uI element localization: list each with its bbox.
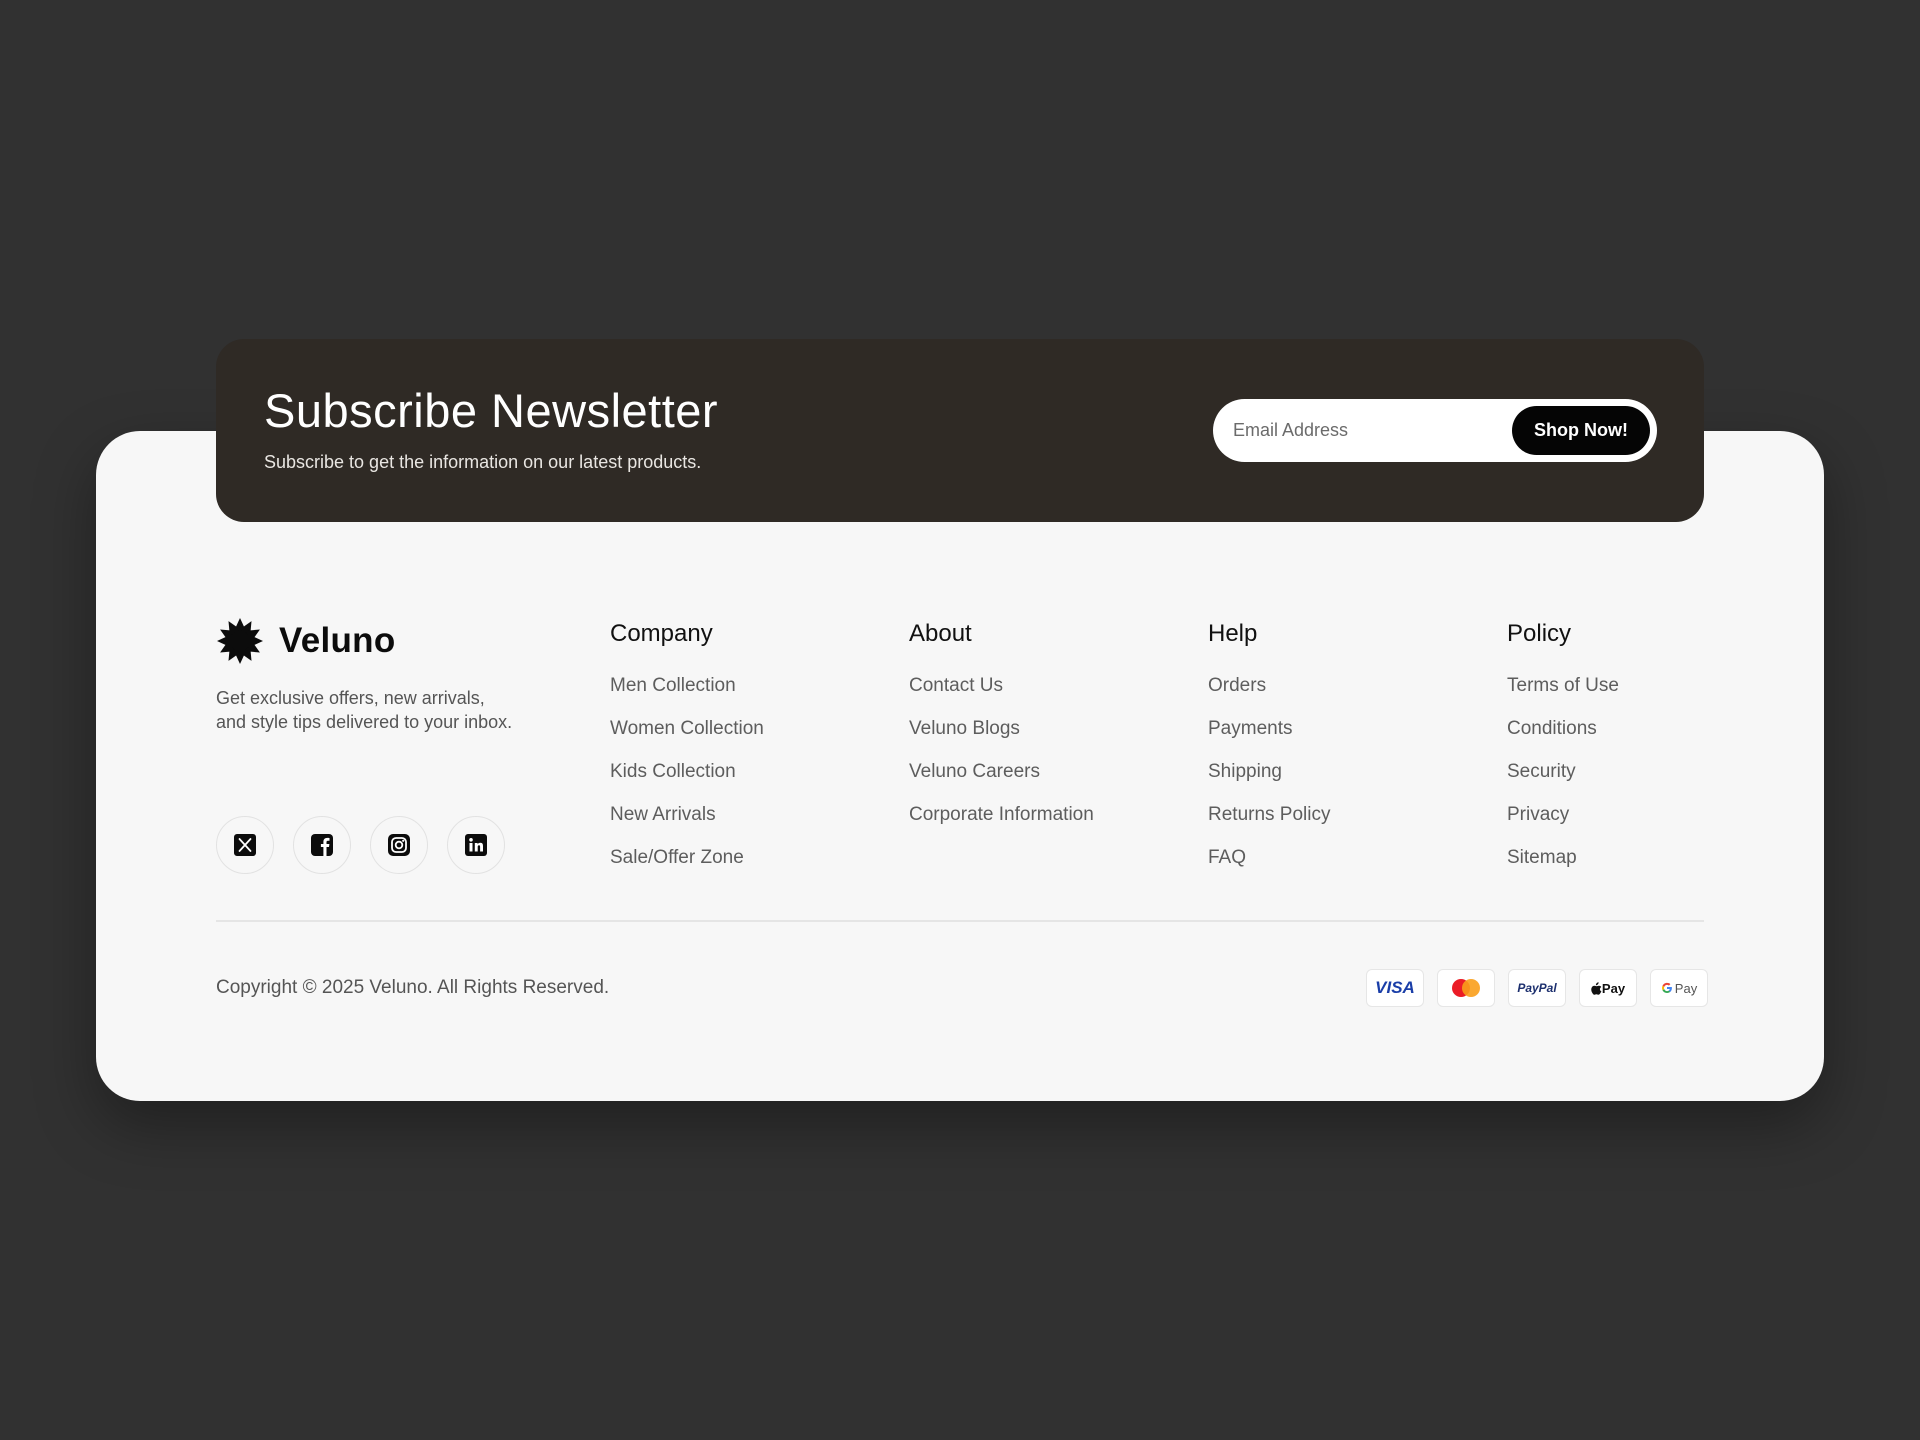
email-input[interactable] [1213, 399, 1503, 462]
instagram-icon [388, 834, 410, 856]
footer-link[interactable]: Returns Policy [1208, 803, 1331, 846]
linkedin-link[interactable] [447, 816, 505, 874]
link-list: Terms of Use Conditions Security Privacy… [1507, 674, 1619, 889]
footer-column-help: Help Orders Payments Shipping Returns Po… [1208, 620, 1331, 889]
footer-column-company: Company Men Collection Women Collection … [610, 620, 764, 889]
shop-now-button[interactable]: Shop Now! [1512, 406, 1650, 455]
apple-pay-label: Pay [1601, 980, 1626, 996]
link-list: Orders Payments Shipping Returns Policy … [1208, 674, 1331, 889]
footer-divider [216, 920, 1704, 922]
newsletter-form: Shop Now! [1213, 399, 1657, 462]
footer-link[interactable]: Orders [1208, 674, 1331, 717]
footer-link[interactable]: Corporate Information [909, 803, 1094, 846]
newsletter-subtitle: Subscribe to get the information on our … [264, 452, 702, 472]
footer-link[interactable]: Security [1507, 760, 1619, 803]
copyright-text: Copyright © 2025 Veluno. All Rights Rese… [216, 977, 610, 998]
x-twitter-icon [234, 834, 256, 856]
visa-label: VISA [1375, 978, 1415, 997]
footer-link[interactable]: Conditions [1507, 717, 1619, 760]
google-g-icon [1661, 982, 1672, 993]
payment-methods: VISA PayPal Pay Pay [1366, 969, 1708, 1007]
footer-link[interactable]: Men Collection [610, 674, 764, 717]
mastercard-badge [1437, 969, 1495, 1007]
brand-description: Get exclusive offers, new arrivals, and … [216, 688, 513, 732]
brand-name: Veluno [279, 621, 396, 660]
column-title: Company [610, 620, 713, 647]
link-list: Contact Us Veluno Blogs Veluno Careers C… [909, 674, 1094, 846]
footer-link[interactable]: Veluno Blogs [909, 717, 1094, 760]
apple-pay-badge: Pay [1579, 969, 1637, 1007]
footer-column-policy: Policy Terms of Use Conditions Security … [1507, 620, 1619, 889]
google-pay-label: Pay [1674, 980, 1698, 996]
sunburst-logo-icon [217, 618, 263, 664]
footer-link[interactable]: Privacy [1507, 803, 1619, 846]
footer-column-about: About Contact Us Veluno Blogs Veluno Car… [909, 620, 1094, 846]
footer-link[interactable]: Payments [1208, 717, 1331, 760]
footer-link[interactable]: FAQ [1208, 846, 1331, 889]
visa-badge: VISA [1366, 969, 1424, 1007]
facebook-link[interactable] [293, 816, 351, 874]
footer-link[interactable]: Sitemap [1507, 846, 1619, 889]
x-twitter-link[interactable] [216, 816, 274, 874]
newsletter-banner: Subscribe Newsletter Subscribe to get th… [216, 339, 1704, 522]
footer-link[interactable]: New Arrivals [610, 803, 764, 846]
footer-link[interactable]: Shipping [1208, 760, 1331, 803]
paypal-label: PayPal [1517, 981, 1557, 995]
instagram-link[interactable] [370, 816, 428, 874]
column-title: Help [1208, 620, 1258, 647]
facebook-icon [311, 834, 333, 856]
footer-link[interactable]: Women Collection [610, 717, 764, 760]
apple-icon [1591, 981, 1602, 995]
footer-link[interactable]: Sale/Offer Zone [610, 846, 764, 889]
footer-link[interactable]: Terms of Use [1507, 674, 1619, 717]
paypal-badge: PayPal [1508, 969, 1566, 1007]
column-title: About [909, 620, 972, 647]
brand: Veluno [216, 617, 396, 665]
link-list: Men Collection Women Collection Kids Col… [610, 674, 764, 889]
footer-link[interactable]: Veluno Careers [909, 760, 1094, 803]
newsletter-title: Subscribe Newsletter [264, 384, 719, 437]
social-links [216, 816, 505, 874]
google-pay-badge: Pay [1650, 969, 1708, 1007]
footer-link[interactable]: Contact Us [909, 674, 1094, 717]
linkedin-icon [465, 834, 487, 856]
column-title: Policy [1507, 620, 1572, 647]
footer-link[interactable]: Kids Collection [610, 760, 764, 803]
mastercard-icon [1452, 979, 1480, 997]
